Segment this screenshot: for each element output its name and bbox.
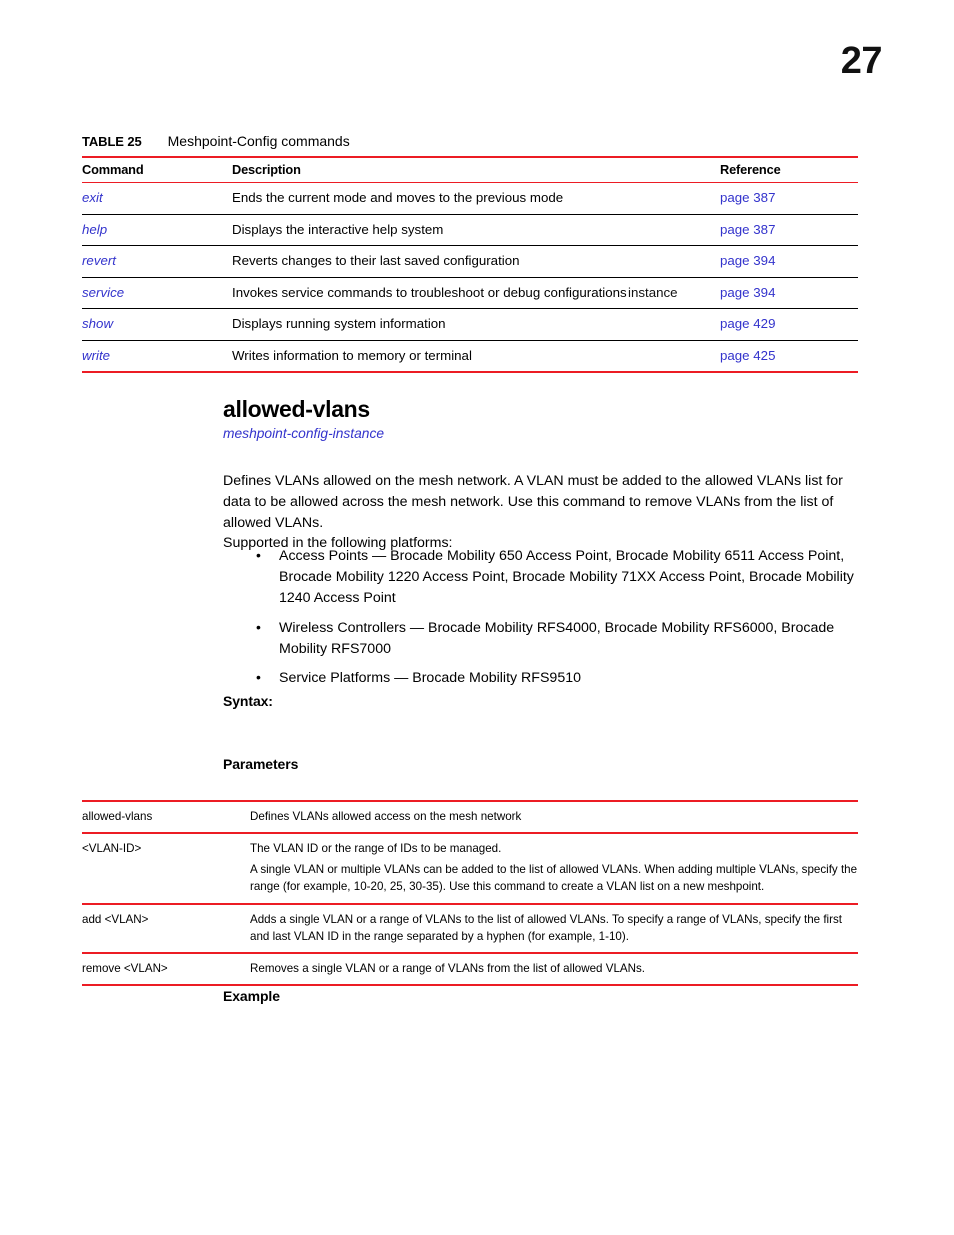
meshpoint-config-commands-table: Command Description Reference exit Ends … [82,156,858,374]
cell-extra [628,340,720,374]
page-link[interactable]: page 429 [720,316,775,331]
parameter-description: Removes a single VLAN or a range of VLAN… [250,952,858,987]
table-row: exit Ends the current mode and moves to … [82,182,858,215]
parameters-table: allowed-vlans Defines VLANs allowed acce… [82,799,858,987]
cell-reference: page 394 [720,245,858,278]
table-row: write Writes information to memory or te… [82,340,858,374]
column-header-command: Command [82,156,232,183]
cell-reference: page 425 [720,340,858,374]
cell-extra [628,245,720,278]
table-row: revert Reverts changes to their last sav… [82,245,858,278]
table-row: help Displays the interactive help syste… [82,214,858,247]
column-header-spacer [628,156,720,183]
column-header-description: Description [232,156,628,183]
parameter-description-line: Defines VLANs allowed access on the mesh… [250,810,522,823]
parameters-heading: Parameters [223,756,299,772]
cell-command: show [82,308,232,341]
command-link-write[interactable]: write [82,348,110,363]
parameter-name: allowed-vlans [82,799,250,834]
document-page: 27 TABLE 25 Meshpoint-Config commands Com… [0,0,954,1235]
cell-description: Writes information to memory or terminal [232,340,628,374]
command-link-service[interactable]: service [82,285,124,300]
table-row: add <VLAN> Adds a single VLAN or a range… [82,903,858,954]
parameter-description-line: Adds a single VLAN or a range of VLANs t… [250,912,843,943]
page-link[interactable]: page 394 [720,253,775,268]
table-caption: TABLE 25 Meshpoint-Config commands [82,133,858,150]
table-header-row: Command Description Reference [82,156,858,183]
parameter-description: Defines VLANs allowed access on the mesh… [250,799,858,834]
command-link-exit[interactable]: exit [82,190,103,205]
cell-reference: page 394 [720,277,858,310]
cell-extra [628,214,720,247]
cell-description: Reverts changes to their last saved conf… [232,245,628,278]
table-body: exit Ends the current mode and moves to … [82,182,858,374]
cell-command: help [82,214,232,247]
command-link-show[interactable]: show [82,316,113,331]
cell-extra [628,182,720,215]
table-row: show Displays running system information… [82,308,858,341]
cell-extra: instance [628,277,720,310]
table-row: <VLAN-ID> The VLAN ID or the range of ID… [82,833,858,905]
cell-reference: page 429 [720,308,858,341]
page-number: 27 [840,40,883,82]
cell-reference: page 387 [720,182,858,215]
command-description-paragraph: Defines VLANs allowed on the mesh networ… [223,473,843,531]
syntax-heading: Syntax: [223,693,273,709]
command-link-help[interactable]: help [82,222,107,237]
page-link[interactable]: page 387 [720,190,775,205]
cell-description: Displays running system information [232,308,628,341]
cell-command: revert [82,245,232,278]
list-item: Access Points — Brocade Mobility 650 Acc… [223,545,869,609]
cell-description: Displays the interactive help system [232,214,628,247]
table-row: remove <VLAN> Removes a single VLAN or a… [82,952,858,987]
table-row: service Invokes service commands to trou… [82,277,858,310]
column-header-reference: Reference [720,156,858,183]
page-link[interactable]: page 394 [720,285,775,300]
page-link[interactable]: page 387 [720,222,775,237]
cell-extra [628,308,720,341]
cell-command: exit [82,182,232,215]
mode-context-link[interactable]: meshpoint-config-instance [223,427,384,441]
table-row: allowed-vlans Defines VLANs allowed acce… [82,799,858,834]
parameter-description-line: The VLAN ID or the range of IDs to be ma… [250,842,502,856]
parameter-name: <VLAN-ID> [82,833,250,905]
list-item: Wireless Controllers — Brocade Mobility … [223,617,869,660]
supported-platforms-list: Access Points — Brocade Mobility 650 Acc… [223,545,869,698]
parameter-name: remove <VLAN> [82,952,250,987]
page-link[interactable]: page 425 [720,348,775,363]
command-link-revert[interactable]: revert [82,253,116,268]
example-heading: Example [223,988,280,1004]
list-item: Service Platforms — Brocade Mobility RFS… [223,667,869,689]
parameter-description: Adds a single VLAN or a range of VLANs t… [250,903,858,954]
table-caption-title: Meshpoint-Config commands [167,133,350,149]
cell-description: Ends the current mode and moves to the p… [232,182,628,215]
cell-reference: page 387 [720,214,858,247]
parameters-table-body: allowed-vlans Defines VLANs allowed acce… [82,799,858,987]
table-header: Command Description Reference [82,156,858,183]
parameter-description-line: A single VLAN or multiple VLANs can be a… [250,863,858,894]
cell-command: service [82,277,232,310]
cell-description: Invokes service commands to troubleshoot… [232,277,628,310]
parameter-name: add <VLAN> [82,903,250,954]
parameter-description-line: Removes a single VLAN or a range of VLAN… [250,961,646,975]
cell-command: write [82,340,232,374]
page-title: allowed-vlans [223,396,370,423]
parameter-description: The VLAN ID or the range of IDs to be ma… [250,833,858,905]
table-caption-label: TABLE 25 [82,134,142,149]
